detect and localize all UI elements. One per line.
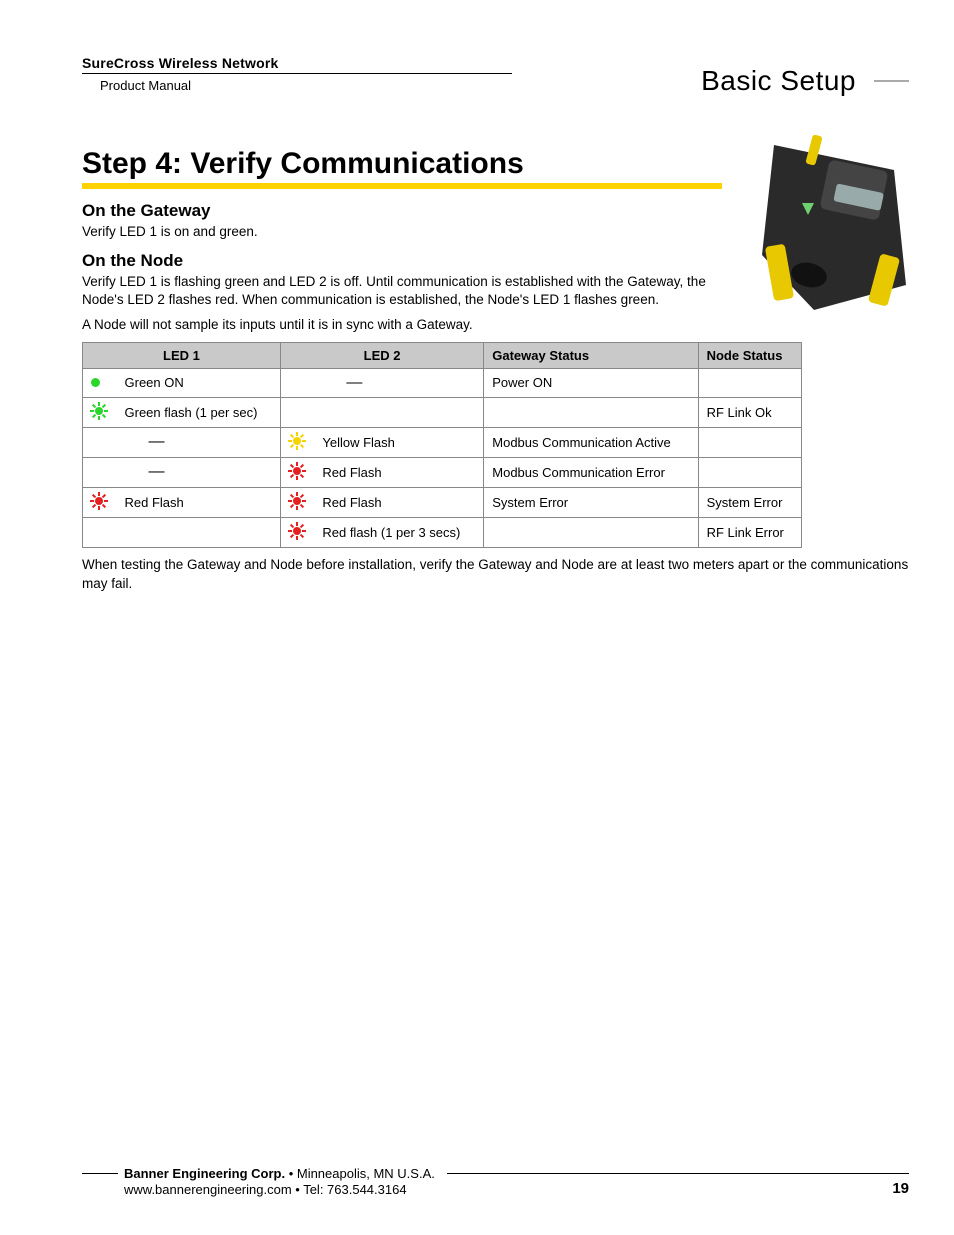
doc-type: Product Manual — [100, 78, 701, 93]
gateway-status-cell: Modbus Communication Active — [484, 427, 698, 457]
gateway-status-cell — [484, 517, 698, 547]
post-table-note: When testing the Gateway and Node before… — [82, 556, 909, 594]
table-row: Green ON —Power ON — [83, 368, 802, 397]
node-text-2: A Node will not sample its inputs until … — [82, 316, 909, 334]
gateway-status-cell: System Error — [484, 487, 698, 517]
table-row: Red flash (1 per 3 secs) RF Link Error — [83, 517, 802, 547]
led1-text: Green ON — [117, 368, 281, 397]
footer-web: www.bannerengineering.com — [124, 1182, 292, 1197]
led2-text: Yellow Flash — [314, 427, 483, 457]
led2-text: — — [314, 368, 483, 397]
node-status-cell: RF Link Ok — [698, 397, 801, 427]
header-dash-icon — [874, 80, 909, 82]
led-flash-red-icon — [91, 493, 107, 509]
led1-text: Green flash (1 per sec) — [117, 397, 281, 427]
gateway-text: Verify LED 1 is on and green. — [82, 223, 732, 241]
page-number: 19 — [892, 1180, 909, 1197]
node-status-cell: RF Link Error — [698, 517, 801, 547]
node-status-cell — [698, 457, 801, 487]
th-node-status: Node Status — [698, 342, 801, 368]
accent-bar — [82, 183, 722, 189]
th-gateway-status: Gateway Status — [484, 342, 698, 368]
led-status-table: LED 1 LED 2 Gateway Status Node Status G… — [82, 342, 802, 548]
node-status-cell: System Error — [698, 487, 801, 517]
gateway-status-cell: Power ON — [484, 368, 698, 397]
led-flash-green-icon — [91, 403, 107, 419]
table-row: Green flash (1 per sec) RF Link Ok — [83, 397, 802, 427]
footer-tel: Tel: 763.544.3164 — [303, 1182, 406, 1197]
product-line: SureCross Wireless Network — [82, 55, 701, 71]
led1-text: Red Flash — [117, 487, 281, 517]
footer-location: Minneapolis, MN U.S.A. — [297, 1166, 435, 1181]
table-row: — Yellow FlashModbus Communication Active — [83, 427, 802, 457]
node-text-1: Verify LED 1 is flashing green and LED 2… — [82, 273, 732, 309]
led2-text — [314, 397, 483, 427]
node-status-cell — [698, 427, 801, 457]
gateway-status-cell: Modbus Communication Error — [484, 457, 698, 487]
led-flash-red-icon — [289, 463, 305, 479]
led-flash-red-icon — [289, 493, 305, 509]
page-header: SureCross Wireless Network Product Manua… — [82, 55, 909, 97]
gateway-status-cell — [484, 397, 698, 427]
led2-text: Red Flash — [314, 457, 483, 487]
led2-text: Red Flash — [314, 487, 483, 517]
led-flash-red-icon — [289, 523, 305, 539]
led-flash-yellow-icon — [289, 433, 305, 449]
led1-text: — — [117, 427, 281, 457]
footer-company: Banner Engineering Corp. — [124, 1166, 285, 1181]
table-row: — Red FlashModbus Communication Error — [83, 457, 802, 487]
section-title: Basic Setup — [701, 65, 909, 97]
page-footer: Banner Engineering Corp. • Minneapolis, … — [82, 1166, 909, 1197]
led1-text: — — [117, 457, 281, 487]
device-photo — [754, 135, 909, 310]
led-solid-green-icon — [91, 378, 100, 387]
led1-text — [117, 517, 281, 547]
th-led2: LED 2 — [280, 342, 483, 368]
node-status-cell — [698, 368, 801, 397]
table-row: Red FlashRed FlashSystem ErrorSystem Err… — [83, 487, 802, 517]
led2-text: Red flash (1 per 3 secs) — [314, 517, 483, 547]
th-led1: LED 1 — [83, 342, 281, 368]
